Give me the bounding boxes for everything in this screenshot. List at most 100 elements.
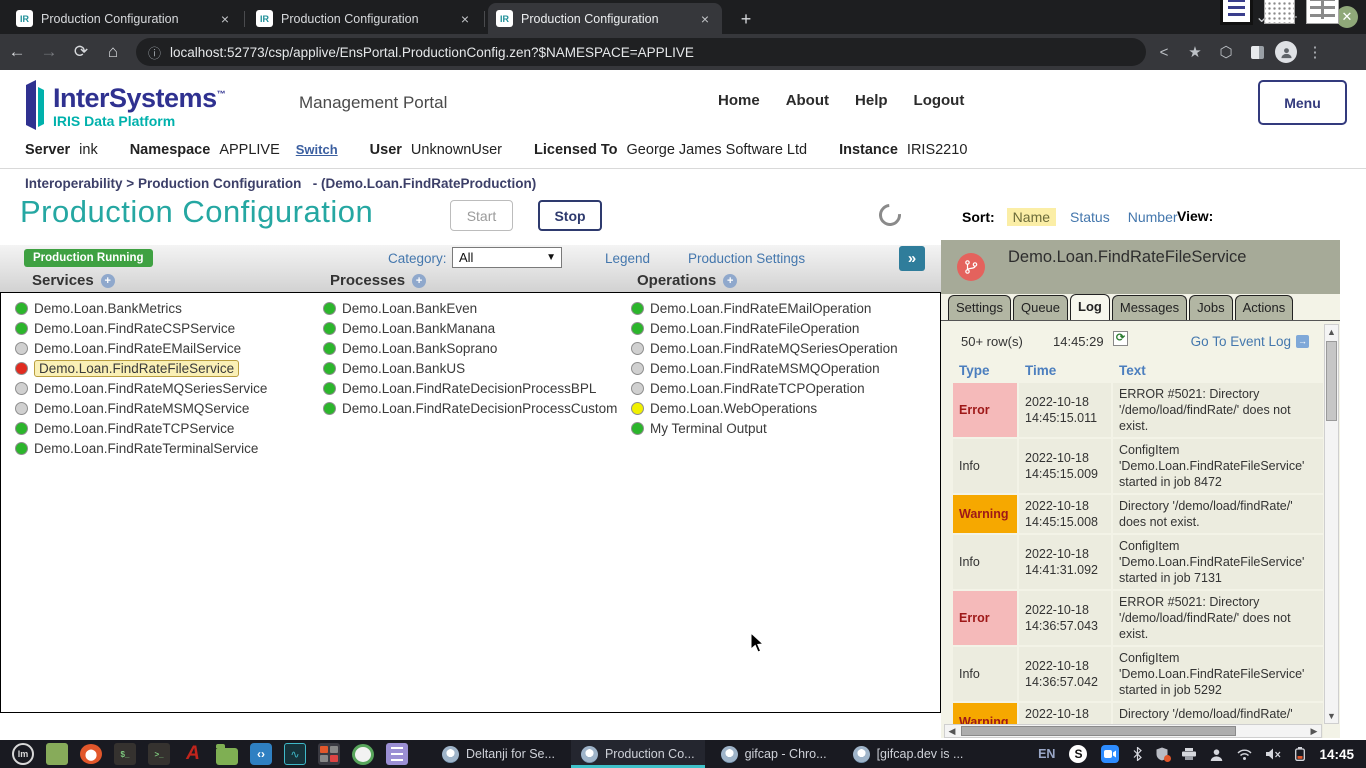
add-operation-icon[interactable]: + xyxy=(723,274,737,288)
address-bar[interactable]: ⓘ localhost:52773/csp/applive/EnsPortal.… xyxy=(136,38,1146,66)
share-icon[interactable]: < xyxy=(1151,39,1177,65)
horizontal-scrollbar[interactable]: ◀ ▶ xyxy=(944,724,1322,738)
file-manager-icon[interactable] xyxy=(46,743,68,765)
app-red-icon[interactable]: A xyxy=(182,743,204,765)
log-col-type[interactable]: Type xyxy=(953,361,1017,381)
user-icon[interactable] xyxy=(1210,748,1223,761)
vertical-scrollbar[interactable]: ▲ ▼ xyxy=(1324,324,1339,724)
scroll-left-icon[interactable]: ◀ xyxy=(945,726,959,737)
keyboard-layout-indicator[interactable]: EN xyxy=(1038,747,1055,761)
zoom-camera-icon[interactable] xyxy=(1101,745,1119,763)
notes-icon[interactable] xyxy=(386,743,408,765)
site-info-icon[interactable]: ⓘ xyxy=(148,43,161,62)
log-row[interactable]: Info2022-10-18 14:45:15.009ConfigItem 'D… xyxy=(953,439,1323,493)
clock-app-icon[interactable] xyxy=(352,744,374,765)
reload-icon[interactable]: ⟳ xyxy=(66,37,96,67)
external-link-icon[interactable]: → xyxy=(1296,335,1309,348)
log-row[interactable]: Info2022-10-18 14:41:31.092ConfigItem 'D… xyxy=(953,535,1323,589)
production-item[interactable]: Demo.Loan.FindRateDecisionProcessCustom xyxy=(323,398,617,418)
vertical-scroll-thumb[interactable] xyxy=(1326,341,1337,421)
production-item[interactable]: Demo.Loan.FindRateTCPService xyxy=(15,418,267,438)
panel-tab-jobs[interactable]: Jobs xyxy=(1189,295,1232,320)
production-item[interactable]: Demo.Loan.FindRateMQSeriesOperation xyxy=(631,338,898,358)
nav-link-help[interactable]: Help xyxy=(855,92,888,109)
production-item[interactable]: Demo.Loan.BankUS xyxy=(323,358,617,378)
production-item[interactable]: Demo.Loan.BankMetrics xyxy=(15,298,267,318)
volume-muted-icon[interactable] xyxy=(1266,748,1281,760)
audio-app-icon[interactable]: ∿ xyxy=(284,743,306,765)
taskbar-window-button[interactable]: gifcap - Chro... xyxy=(711,740,837,768)
production-item[interactable]: Demo.Loan.FindRateTCPOperation xyxy=(631,378,898,398)
folder-icon[interactable] xyxy=(216,748,238,765)
browser-tab[interactable]: IRProduction Configuration× xyxy=(8,3,242,34)
calculator-icon[interactable] xyxy=(318,743,340,765)
mint-menu-icon[interactable]: lm xyxy=(12,743,34,765)
legend-link[interactable]: Legend xyxy=(605,251,650,266)
security-shield-icon[interactable] xyxy=(1156,747,1168,761)
url-text[interactable]: localhost:52773/csp/applive/EnsPortal.Pr… xyxy=(170,45,694,60)
new-tab-button[interactable]: + xyxy=(734,7,758,31)
production-item[interactable]: Demo.Loan.FindRateDecisionProcessBPL xyxy=(323,378,617,398)
forward-icon[interactable]: → xyxy=(34,37,64,67)
update-manager-icon[interactable]: ⬤ xyxy=(80,744,102,764)
taskbar-window-button[interactable]: Production Co... xyxy=(571,740,705,768)
wifi-icon[interactable] xyxy=(1237,749,1252,760)
profile-avatar[interactable] xyxy=(1275,41,1297,63)
menu-button[interactable]: Menu xyxy=(1258,80,1347,125)
window-close-icon[interactable]: ✕ xyxy=(1336,6,1358,28)
production-item[interactable]: Demo.Loan.BankSoprano xyxy=(323,338,617,358)
terminal-alt-icon[interactable]: >_ xyxy=(148,743,170,765)
extensions-puzzle-icon[interactable]: ⬡ xyxy=(1213,39,1239,65)
breadcrumb-interoperability[interactable]: Interoperability xyxy=(25,176,123,191)
view-split-icon[interactable] xyxy=(1306,0,1339,24)
browser-tab[interactable]: IRProduction Configuration× xyxy=(488,3,722,34)
taskbar-clock[interactable]: 14:45 xyxy=(1319,747,1354,762)
panel-tab-settings[interactable]: Settings xyxy=(948,295,1011,320)
panel-tab-log[interactable]: Log xyxy=(1070,294,1110,320)
browser-tab[interactable]: IRProduction Configuration× xyxy=(248,3,482,34)
scroll-down-icon[interactable]: ▼ xyxy=(1325,709,1338,723)
panel-tab-queue[interactable]: Queue xyxy=(1013,295,1068,320)
back-icon[interactable]: ← xyxy=(2,37,32,67)
production-item[interactable]: Demo.Loan.FindRateTerminalService xyxy=(15,438,267,458)
add-service-icon[interactable]: + xyxy=(101,274,115,288)
sort-option-name[interactable]: Name xyxy=(1007,208,1056,226)
expand-panel-button[interactable]: » xyxy=(899,246,925,271)
sort-option-number[interactable]: Number xyxy=(1128,209,1178,225)
panel-tab-actions[interactable]: Actions xyxy=(1235,295,1294,320)
go-to-event-log-link[interactable]: Go To Event Log xyxy=(1191,334,1291,349)
start-button[interactable]: Start xyxy=(450,200,513,231)
scroll-right-icon[interactable]: ▶ xyxy=(1307,726,1321,737)
production-item[interactable]: Demo.Loan.FindRateCSPService xyxy=(15,318,267,338)
panel-tab-messages[interactable]: Messages xyxy=(1112,295,1187,320)
browser-menu-kebab-icon[interactable]: ⋮ xyxy=(1302,39,1328,65)
log-col-time[interactable]: Time xyxy=(1019,361,1111,381)
production-item[interactable]: Demo.Loan.FindRateFileService xyxy=(15,358,267,378)
tab-close-icon[interactable]: × xyxy=(456,10,474,28)
side-panel-icon[interactable] xyxy=(1244,39,1270,65)
sort-option-status[interactable]: Status xyxy=(1070,209,1110,225)
log-col-text[interactable]: Text xyxy=(1113,361,1323,381)
view-grid-icon[interactable] xyxy=(1264,0,1295,24)
tab-close-icon[interactable]: × xyxy=(696,10,714,28)
auto-refresh-icon[interactable]: ⟳ xyxy=(1113,331,1128,346)
stop-button[interactable]: Stop xyxy=(538,200,602,231)
scroll-up-icon[interactable]: ▲ xyxy=(1325,325,1338,339)
production-settings-link[interactable]: Production Settings xyxy=(688,251,805,266)
production-item[interactable]: Demo.Loan.WebOperations xyxy=(631,398,898,418)
bluetooth-icon[interactable] xyxy=(1133,747,1142,761)
nav-link-home[interactable]: Home xyxy=(718,92,760,109)
category-select[interactable]: All ▼ xyxy=(452,247,562,268)
terminal-icon[interactable]: $_ xyxy=(114,743,136,765)
log-row[interactable]: Error2022-10-18 14:36:57.043ERROR #5021:… xyxy=(953,591,1323,645)
vscode-icon[interactable]: ‹› xyxy=(250,743,272,765)
production-item[interactable]: Demo.Loan.FindRateEMailOperation xyxy=(631,298,898,318)
production-item[interactable]: Demo.Loan.FindRateFileOperation xyxy=(631,318,898,338)
taskbar-window-button[interactable]: [gifcap.dev is ... xyxy=(843,740,974,768)
battery-icon[interactable] xyxy=(1295,747,1305,761)
switch-link[interactable]: Switch xyxy=(296,142,338,158)
tab-close-icon[interactable]: × xyxy=(216,10,234,28)
production-item[interactable]: Demo.Loan.BankManana xyxy=(323,318,617,338)
production-item[interactable]: Demo.Loan.FindRateEMailService xyxy=(15,338,267,358)
printer-icon[interactable] xyxy=(1182,748,1196,760)
